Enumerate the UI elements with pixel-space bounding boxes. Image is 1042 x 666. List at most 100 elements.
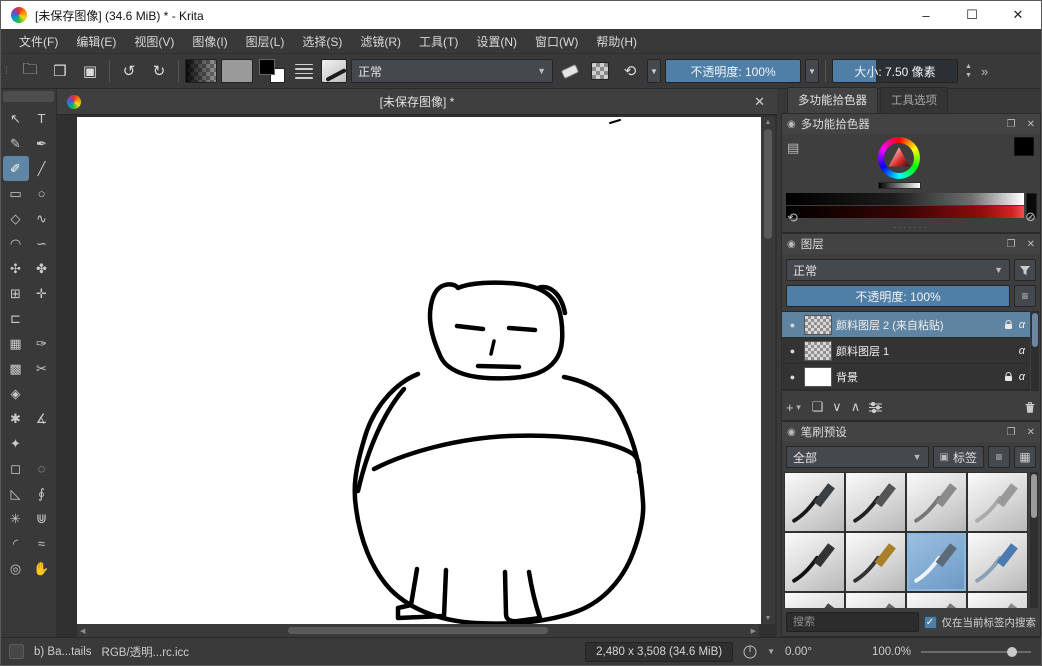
zoom-slider[interactable] (921, 645, 1031, 659)
tab-advanced-color-selector[interactable]: 多功能拾色器 (787, 87, 878, 113)
layer-visibility-icon[interactable]: ● (785, 346, 800, 356)
brush-preset-2[interactable] (846, 473, 905, 531)
select-shapes-tool[interactable]: ↖ (3, 106, 29, 131)
menu-item-10[interactable]: 帮助(H) (588, 30, 645, 53)
color-sampler-tool[interactable]: ✑ (29, 331, 55, 356)
statusbar-zoom-level[interactable]: 100.0% (872, 646, 911, 658)
layer-filter-button[interactable] (1014, 259, 1036, 281)
lock-icon[interactable] (1004, 320, 1013, 330)
pan-tool[interactable]: ✋ (29, 556, 55, 581)
reference-images-tool[interactable]: ✦ (3, 431, 29, 456)
current-color-swatch[interactable] (1014, 137, 1034, 156)
scroll-up-icon[interactable]: ▲ (765, 119, 772, 126)
document-close-icon[interactable]: ✕ (754, 94, 765, 110)
brush-preset-1[interactable] (785, 473, 844, 531)
inherit-alpha-icon[interactable]: α (1017, 345, 1027, 357)
preserve-alpha-button[interactable] (587, 58, 613, 84)
brush-preset-10[interactable] (846, 593, 905, 608)
search-scope-checkbox[interactable]: ✓ (924, 616, 937, 629)
canvas[interactable] (77, 117, 761, 624)
line-tool[interactable]: ╱ (29, 156, 55, 181)
reload-preset-button[interactable]: ⟲ (617, 58, 643, 84)
delete-layer-button[interactable] (1024, 401, 1036, 414)
layer-list-scroll-thumb[interactable] (1032, 313, 1038, 347)
foreground-color-swatch[interactable] (259, 59, 275, 75)
pattern-edit-tool[interactable]: ▩ (3, 356, 29, 381)
multibrush-tool[interactable]: ✤ (29, 256, 55, 281)
layer-blend-mode-dropdown[interactable]: 正常 ▼ (786, 259, 1010, 281)
eraser-mode-button[interactable] (557, 58, 583, 84)
brush-preset-3[interactable] (907, 473, 966, 531)
polyline-tool[interactable]: ∿ (29, 206, 55, 231)
layer-row[interactable]: ●背景α (782, 364, 1030, 390)
move-layer-down-button[interactable]: ∨ (832, 399, 842, 415)
brush-preset-6[interactable] (846, 533, 905, 591)
zoom-tool[interactable]: ◎ (3, 556, 29, 581)
canvas-rotation-knob[interactable] (743, 645, 757, 659)
brush-preset-12[interactable] (968, 593, 1027, 608)
menu-item-2[interactable]: 视图(V) (126, 30, 182, 53)
presets-menu-button[interactable]: ≡ (988, 446, 1010, 468)
similar-select-tool[interactable]: ✳ (3, 506, 29, 531)
menu-item-8[interactable]: 设置(N) (468, 30, 525, 53)
layer-docker-menu-button[interactable]: ≡ (1014, 285, 1036, 307)
float-docker-icon[interactable]: ❐ (1007, 239, 1016, 250)
float-docker-icon[interactable]: ❐ (1007, 119, 1016, 130)
undo-button[interactable]: ↺ (116, 58, 142, 84)
tab-tool-options[interactable]: 工具选项 (880, 87, 948, 113)
maximize-button[interactable]: ☐ (949, 1, 995, 29)
move-layer-up-button[interactable]: ∧ (851, 399, 861, 415)
toolbar-drag-handle[interactable]: ⁞ (5, 66, 13, 77)
rotation-caret-icon[interactable]: ▼ (767, 647, 775, 656)
brush-editor-button[interactable] (291, 58, 317, 84)
close-docker-icon[interactable]: ✕ (1027, 427, 1035, 438)
zoom-slider-handle[interactable] (1007, 647, 1017, 657)
close-docker-icon[interactable]: ✕ (1027, 239, 1035, 250)
menu-item-7[interactable]: 工具(T) (411, 30, 466, 53)
edit-shapes-tool[interactable]: ✎ (3, 131, 29, 156)
vertical-scroll-thumb[interactable] (764, 129, 772, 239)
ellipse-tool[interactable]: ○ (29, 181, 55, 206)
inherit-alpha-icon[interactable]: α (1017, 371, 1027, 383)
layer-row[interactable]: ●颜料图层 2 (来自粘贴)α (782, 312, 1030, 338)
crop-tool[interactable]: ⊏ (3, 306, 29, 331)
scroll-down-icon[interactable]: ▼ (765, 615, 772, 622)
polygon-select-tool[interactable]: ◺ (3, 481, 29, 506)
duplicate-layer-button[interactable]: ❏ (812, 399, 824, 415)
rect-select-tool[interactable]: ◻ (3, 456, 29, 481)
rectangle-tool[interactable]: ▭ (3, 181, 29, 206)
ellipse-select-tool[interactable]: ◌ (29, 456, 55, 481)
menu-item-6[interactable]: 滤镜(R) (352, 30, 409, 53)
fill-tool[interactable]: ◈ (3, 381, 29, 406)
layer-row[interactable]: ●颜料图层 1α (782, 338, 1030, 364)
brush-preset-8[interactable] (968, 533, 1027, 591)
pattern-selector[interactable] (221, 59, 253, 83)
toolbox-drag-handle[interactable] (3, 91, 54, 102)
menu-item-9[interactable]: 窗口(W) (527, 30, 586, 53)
color-history-icon[interactable]: ▤ (787, 140, 799, 156)
brush-preset-11[interactable] (907, 593, 966, 608)
magnetic-select-tool[interactable]: ⋓ (29, 506, 55, 531)
close-docker-icon[interactable]: ✕ (1027, 119, 1035, 130)
brush-size-slider[interactable]: 大小: 7.50 像素 (832, 59, 958, 83)
brush-grid-scrollbar[interactable] (1030, 472, 1038, 608)
move-tool[interactable]: ✛ (29, 281, 55, 306)
gradient-bar-hue[interactable] (786, 206, 1024, 218)
layer-list-scrollbar[interactable] (1031, 311, 1039, 391)
layer-properties-button[interactable] (869, 402, 882, 413)
preset-filter-dropdown[interactable]: 全部 ▼ (786, 446, 929, 468)
gradient-tool[interactable]: ▦ (3, 331, 29, 356)
assistants-tool[interactable]: ✱ (3, 406, 29, 431)
save-document-button[interactable]: ▣ (77, 58, 103, 84)
scroll-right-icon[interactable]: ▶ (751, 627, 756, 635)
menu-item-1[interactable]: 编辑(E) (68, 30, 124, 53)
add-layer-button[interactable]: +▼ (786, 400, 803, 415)
open-document-button[interactable]: ❒ (47, 58, 73, 84)
blending-mode-dropdown[interactable]: 正常 ▼ (351, 59, 553, 83)
freehand-brush-tool[interactable]: ✐ (3, 156, 29, 181)
polygon-tool[interactable]: ◇ (3, 206, 29, 231)
horizontal-scrollbar[interactable]: ◀ ▶ (77, 624, 759, 637)
horizontal-scroll-thumb[interactable] (288, 627, 548, 634)
statusbar-brush-name[interactable]: b) Ba...tails (34, 646, 92, 658)
close-button[interactable]: ✕ (995, 1, 1041, 29)
